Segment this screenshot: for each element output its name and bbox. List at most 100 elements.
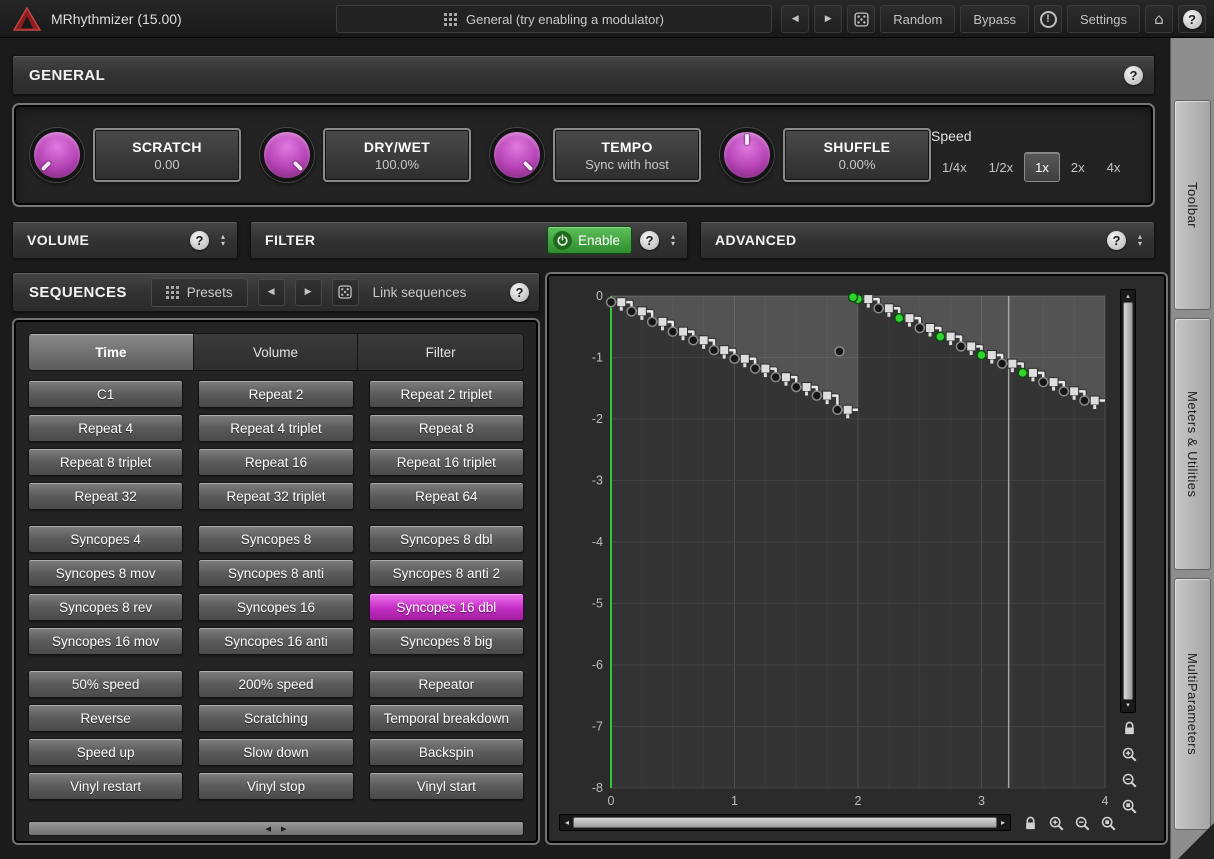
seq-preset-repeat-4-triplet[interactable]: Repeat 4 triplet	[198, 414, 353, 442]
step-handle[interactable]	[699, 336, 708, 345]
step-point-selected[interactable]	[977, 351, 986, 360]
tempo-knob[interactable]	[490, 128, 544, 182]
seq-preset-syncopes-16[interactable]: Syncopes 16	[198, 593, 353, 621]
step-handle[interactable]	[843, 405, 852, 414]
graph-vertical-scrollbar[interactable]: ▴ ▾	[1120, 289, 1136, 713]
step-handle[interactable]	[740, 354, 749, 363]
preset-prev-button[interactable]: ◀	[781, 5, 809, 33]
step-point[interactable]	[792, 383, 801, 392]
sequences-dice-button[interactable]	[332, 279, 359, 306]
tempo-value-box[interactable]: TEMPOSync with host	[553, 128, 701, 182]
graph-vertical-zoom-in-zoom-in-icon[interactable]	[1119, 744, 1139, 764]
seq-preset-syncopes-8-dbl[interactable]: Syncopes 8 dbl	[369, 525, 524, 553]
sequences-next-button[interactable]: ▶	[295, 279, 322, 306]
step-handle[interactable]	[946, 332, 955, 341]
graph-horizontal-scrollbar[interactable]: ◂ ▸	[559, 814, 1011, 831]
step-point[interactable]	[874, 304, 883, 313]
dry-wet-knob[interactable]	[260, 128, 314, 182]
notification-button[interactable]: !	[1034, 5, 1062, 33]
step-handle[interactable]	[1090, 396, 1099, 405]
shuffle-knob[interactable]	[720, 128, 774, 182]
vscroll-thumb[interactable]	[1123, 302, 1133, 700]
seq-preset-syncopes-8-mov[interactable]: Syncopes 8 mov	[28, 559, 183, 587]
scratch-value-box[interactable]: SCRATCH0.00	[93, 128, 241, 182]
help-button[interactable]: ?	[1178, 5, 1206, 33]
seq-preset-repeat-16[interactable]: Repeat 16	[198, 448, 353, 476]
sequence-tab-volume[interactable]: Volume	[194, 334, 359, 370]
speed-2x-button[interactable]: 2x	[1060, 152, 1096, 182]
step-point[interactable]	[648, 317, 657, 326]
seq-preset-backspin[interactable]: Backspin	[369, 738, 524, 766]
graph-horizontal-lock-lock-icon[interactable]	[1020, 813, 1040, 833]
seq-preset-syncopes-8-anti[interactable]: Syncopes 8 anti	[198, 559, 353, 587]
seq-preset-repeat-4[interactable]: Repeat 4	[28, 414, 183, 442]
sequence-tab-filter[interactable]: Filter	[358, 334, 523, 370]
home-button[interactable]: ⌂	[1145, 5, 1173, 33]
step-point[interactable]	[998, 359, 1007, 368]
graph-horizontal-zoom-in-zoom-in-icon[interactable]	[1046, 813, 1066, 833]
step-handle[interactable]	[987, 351, 996, 360]
step-point-selected[interactable]	[895, 314, 904, 323]
seq-preset-repeat-8[interactable]: Repeat 8	[369, 414, 524, 442]
seq-preset-syncopes-16-anti[interactable]: Syncopes 16 anti	[198, 627, 353, 655]
step-point[interactable]	[668, 327, 677, 336]
step-handle[interactable]	[884, 304, 893, 313]
random-button[interactable]: Random	[880, 5, 955, 33]
hscroll-left-icon[interactable]: ◂	[561, 815, 573, 830]
step-handle[interactable]	[1049, 378, 1058, 387]
preset-selector[interactable]: General (try enabling a modulator)	[336, 5, 772, 33]
step-handle[interactable]	[905, 314, 914, 323]
graph-horizontal-zoom-fit-zoom-fit-icon[interactable]	[1098, 813, 1118, 833]
step-point[interactable]	[709, 346, 718, 355]
graph-vertical-lock-lock-icon[interactable]	[1119, 718, 1139, 738]
step-point-selected[interactable]	[936, 332, 945, 341]
step-point[interactable]	[835, 347, 844, 356]
volume-help-button[interactable]: ?	[190, 231, 209, 250]
step-point[interactable]	[1059, 387, 1068, 396]
seq-preset-syncopes-8[interactable]: Syncopes 8	[198, 525, 353, 553]
graph-horizontal-zoom-out-zoom-out-icon[interactable]	[1072, 813, 1092, 833]
seq-preset-200-speed[interactable]: 200% speed	[198, 670, 353, 698]
volume-panel-header[interactable]: VOLUME ? ▴▾	[12, 221, 238, 259]
sequence-tab-time[interactable]: Time	[29, 334, 194, 370]
seq-preset-syncopes-4[interactable]: Syncopes 4	[28, 525, 183, 553]
speed-1-2x-button[interactable]: 1/2x	[978, 152, 1025, 182]
side-tab-multiparameters[interactable]: MultiParameters	[1174, 578, 1211, 830]
hscroll-thumb[interactable]	[573, 817, 997, 828]
seq-preset-temporal-breakdown[interactable]: Temporal breakdown	[369, 704, 524, 732]
dry-wet-value-box[interactable]: DRY/WET100.0%	[323, 128, 471, 182]
sequences-pager-scrollbar[interactable]: ◂ ▸	[28, 821, 524, 836]
step-handle[interactable]	[967, 342, 976, 351]
seq-preset-syncopes-16-dbl[interactable]: Syncopes 16 dbl	[369, 593, 524, 621]
seq-preset-repeat-2-triplet[interactable]: Repeat 2 triplet	[369, 380, 524, 408]
advanced-collapse-control[interactable]: ▴▾	[1134, 230, 1146, 250]
step-handle[interactable]	[679, 327, 688, 336]
side-tab-meters-utilities[interactable]: Meters & Utilities	[1174, 318, 1211, 570]
step-handle[interactable]	[637, 307, 646, 316]
seq-preset-vinyl-start[interactable]: Vinyl start	[369, 772, 524, 800]
sequences-prev-button[interactable]: ◀	[258, 279, 285, 306]
step-handle[interactable]	[802, 383, 811, 392]
step-point[interactable]	[689, 336, 698, 345]
seq-preset-repeat-2[interactable]: Repeat 2	[198, 380, 353, 408]
step-handle[interactable]	[658, 317, 667, 326]
seq-preset-repeat-32-triplet[interactable]: Repeat 32 triplet	[198, 482, 353, 510]
step-point-selected[interactable]	[849, 293, 858, 302]
seq-preset-repeat-8-triplet[interactable]: Repeat 8 triplet	[28, 448, 183, 476]
volume-collapse-control[interactable]: ▴▾	[217, 230, 229, 250]
speed-1x-button[interactable]: 1x	[1024, 152, 1060, 182]
seq-preset-vinyl-stop[interactable]: Vinyl stop	[198, 772, 353, 800]
vscroll-down-icon[interactable]: ▾	[1121, 700, 1135, 711]
step-point[interactable]	[915, 323, 924, 332]
seq-preset-repeat-64[interactable]: Repeat 64	[369, 482, 524, 510]
step-handle[interactable]	[1070, 387, 1079, 396]
seq-preset-repeat-16-triplet[interactable]: Repeat 16 triplet	[369, 448, 524, 476]
seq-preset-50-speed[interactable]: 50% speed	[28, 670, 183, 698]
step-handle[interactable]	[926, 323, 935, 332]
step-point[interactable]	[771, 373, 780, 382]
step-point[interactable]	[812, 391, 821, 400]
step-point[interactable]	[751, 364, 760, 373]
step-handle[interactable]	[617, 298, 626, 307]
step-handle[interactable]	[864, 295, 873, 304]
step-point[interactable]	[607, 298, 616, 307]
